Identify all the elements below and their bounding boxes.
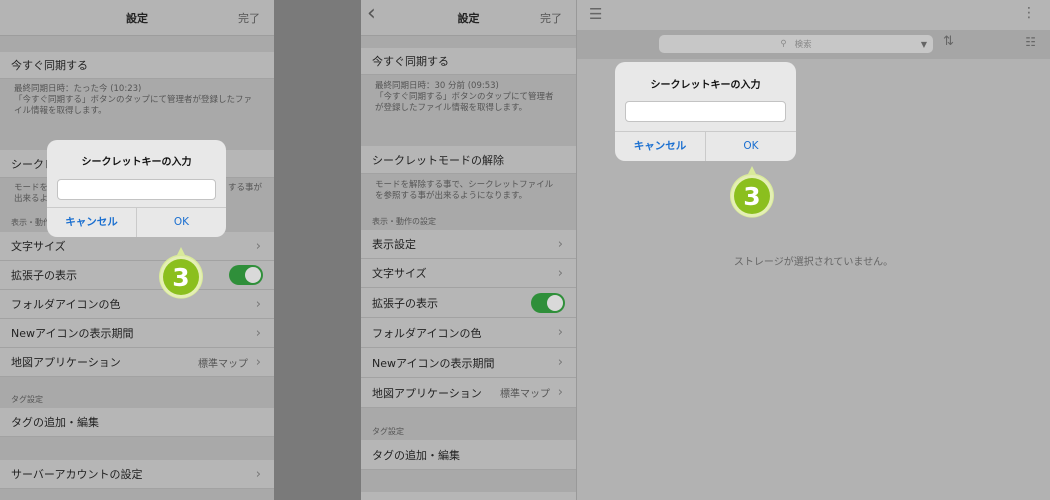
chevron-right-icon: › — [557, 265, 563, 281]
secret-note-line: する事が — [228, 183, 263, 193]
tag-add-row[interactable]: タグの追加・編集 — [361, 440, 576, 470]
cancel-button[interactable]: キャンセル — [47, 208, 137, 237]
ok-button[interactable]: OK — [706, 132, 796, 161]
chevron-right-icon: › — [255, 296, 261, 312]
left-settings-screen: 設定 完了 今すぐ同期する 最終同期日時：たった今 (10:23) 「今すぐ同期… — [0, 0, 274, 500]
font-size-label: 文字サイズ — [11, 240, 66, 253]
folder-color-row[interactable]: フォルダアイコンの色 › — [0, 290, 274, 319]
sync-note-line: 「今すぐ同期する」ボタンのタップにて管理者 — [375, 92, 554, 102]
chevron-right-icon: › — [255, 325, 261, 341]
tag-add-row[interactable]: タグの追加・編集 — [0, 408, 274, 437]
ok-button[interactable]: OK — [137, 208, 226, 237]
new-icon-label: Newアイコンの表示期間 — [11, 327, 134, 340]
font-size-row[interactable]: 文字サイズ › — [361, 259, 576, 288]
new-icon-row[interactable]: Newアイコンの表示期間 › — [361, 348, 576, 378]
secret-note: モードを解除する事で、シークレットファイル を参照する事が出来るようになります。 — [375, 180, 566, 202]
map-app-row[interactable]: 地図アプリケーション 標準マップ › — [361, 378, 576, 408]
secret-mode-release-row[interactable]: シークレットモードの解除 — [361, 146, 576, 174]
navbar: ‹ 設定 完了 — [361, 0, 576, 36]
display-section-header: 表示・動作の設定 — [372, 217, 436, 226]
tag-add-label: タグの追加・編集 — [372, 448, 460, 462]
step-badge-icon: 3 — [730, 166, 774, 218]
chevron-down-icon[interactable]: ▼ — [921, 40, 927, 49]
font-size-label: 文字サイズ — [372, 267, 427, 280]
tag-section-header: タグ設定 — [372, 427, 404, 436]
sync-note-line: が登録したファイル情報を取得します。 — [375, 103, 528, 113]
map-app-label: 地図アプリケーション — [372, 386, 482, 400]
display-settings-label: 表示設定 — [372, 238, 416, 251]
chevron-right-icon: › — [557, 325, 563, 340]
chevron-right-icon: › — [557, 355, 563, 370]
search-icon: ⚲ — [780, 39, 787, 49]
chevron-right-icon: › — [557, 385, 563, 400]
extension-label: 拡張子の表示 — [11, 269, 77, 282]
secret-note-right: する事が — [228, 183, 264, 194]
new-icon-label: Newアイコンの表示期間 — [372, 356, 495, 370]
map-app-label: 地図アプリケーション — [11, 356, 121, 369]
secret-key-dialog: シークレットキーの入力 キャンセル OK — [615, 62, 796, 161]
list-view-icon[interactable]: ☷ — [1025, 35, 1036, 49]
navbar: 設定 完了 — [0, 0, 274, 36]
extension-label: 拡張子の表示 — [372, 296, 438, 310]
dialog-title: シークレットキーの入力 — [650, 80, 761, 91]
tag-add-label: タグの追加・編集 — [11, 416, 99, 429]
sync-note-line: 「今すぐ同期する」ボタンのタップにて管理者が登録したファ — [14, 95, 253, 105]
server-account-label: サーバーアカウントの設定 — [11, 468, 143, 481]
sync-now-row[interactable]: 今すぐ同期する — [0, 52, 274, 79]
empty-storage-message: ストレージが選択されていません。 — [733, 257, 894, 268]
search-placeholder: 検索 — [794, 40, 812, 50]
tag-section-header: タグ設定 — [11, 395, 43, 404]
map-app-value: 標準マップ — [198, 358, 248, 370]
menu-icon[interactable]: ☰ — [589, 5, 602, 23]
display-section-header: 表示・動作 — [11, 218, 51, 227]
secret-key-dialog: シークレットキーの入力 キャンセル OK — [47, 140, 226, 237]
dialog-title: シークレットキーの入力 — [81, 157, 192, 168]
dialog-buttons: キャンセル OK — [615, 131, 796, 161]
folder-color-row[interactable]: フォルダアイコンの色 › — [361, 318, 576, 348]
chevron-right-icon: › — [255, 238, 261, 254]
sync-note: 最終同期日時：たった今 (10:23) 「今すぐ同期する」ボタンのタップにて管理… — [14, 84, 264, 117]
new-icon-row[interactable]: Newアイコンの表示期間 › — [0, 319, 274, 348]
page-title: 設定 — [126, 12, 148, 25]
map-app-row[interactable]: 地図アプリケーション 標準マップ › — [0, 348, 274, 377]
extension-toggle[interactable] — [229, 265, 263, 285]
extension-row: 拡張子の表示 — [361, 288, 576, 318]
mid-settings-screen: ‹ 設定 完了 今すぐ同期する 最終同期日時：30 分前 (09:53) 「今す… — [361, 0, 577, 500]
chevron-right-icon: › — [255, 466, 261, 482]
folder-color-label: フォルダアイコンの色 — [372, 326, 482, 340]
done-button[interactable]: 完了 — [238, 10, 260, 26]
step-badge-number: 3 — [172, 263, 189, 292]
dialog-buttons: キャンセル OK — [47, 207, 226, 237]
search-input[interactable]: ⚲ 検索 ▼ — [659, 35, 933, 53]
cancel-button[interactable]: キャンセル — [615, 132, 706, 161]
secret-key-input[interactable] — [57, 179, 216, 200]
secret-note-line: モードを解除する事で、シークレットファイル — [375, 180, 554, 190]
secret-mode-label: シークレットモードの解除 — [372, 153, 504, 167]
extension-row: 拡張子の表示 — [0, 261, 274, 290]
secret-note-line: を参照する事が出来るようになります。 — [375, 191, 528, 201]
secret-key-input[interactable] — [625, 101, 786, 122]
done-button[interactable]: 完了 — [540, 10, 562, 26]
sync-note: 最終同期日時：30 分前 (09:53) 「今すぐ同期する」ボタンのタップにて管… — [375, 81, 566, 114]
sync-note-line: イル情報を取得します。 — [14, 106, 107, 116]
map-app-value: 標準マップ — [500, 389, 550, 400]
sync-now-label: 今すぐ同期する — [372, 55, 449, 68]
sort-icon[interactable]: ⇅ — [943, 34, 954, 49]
sync-now-label: 今すぐ同期する — [11, 59, 88, 72]
more-icon[interactable]: ⋮ — [1022, 5, 1036, 21]
folder-color-label: フォルダアイコンの色 — [11, 298, 121, 311]
top-toolbar: ☰ ⋮ — [577, 0, 1050, 30]
extension-toggle[interactable] — [531, 292, 565, 313]
display-settings-row[interactable]: 表示設定 › — [361, 230, 576, 259]
chevron-right-icon: › — [255, 354, 261, 370]
chevron-right-icon: › — [557, 236, 563, 252]
next-row[interactable] — [361, 492, 576, 500]
sync-note-line: 最終同期日時：たった今 (10:23) — [14, 84, 142, 94]
file-list-screen: ☰ ⋮ ⚲ 検索 ▼ ⇅ ☷ ストレージが選択されていません。 シークレットキー… — [577, 0, 1050, 500]
step-badge-number: 3 — [743, 182, 760, 211]
step-badge-icon: 3 — [159, 247, 203, 299]
sync-now-row[interactable]: 今すぐ同期する — [361, 48, 576, 75]
server-account-row[interactable]: サーバーアカウントの設定 › — [0, 460, 274, 489]
sync-note-line: 最終同期日時：30 分前 (09:53) — [375, 81, 499, 91]
